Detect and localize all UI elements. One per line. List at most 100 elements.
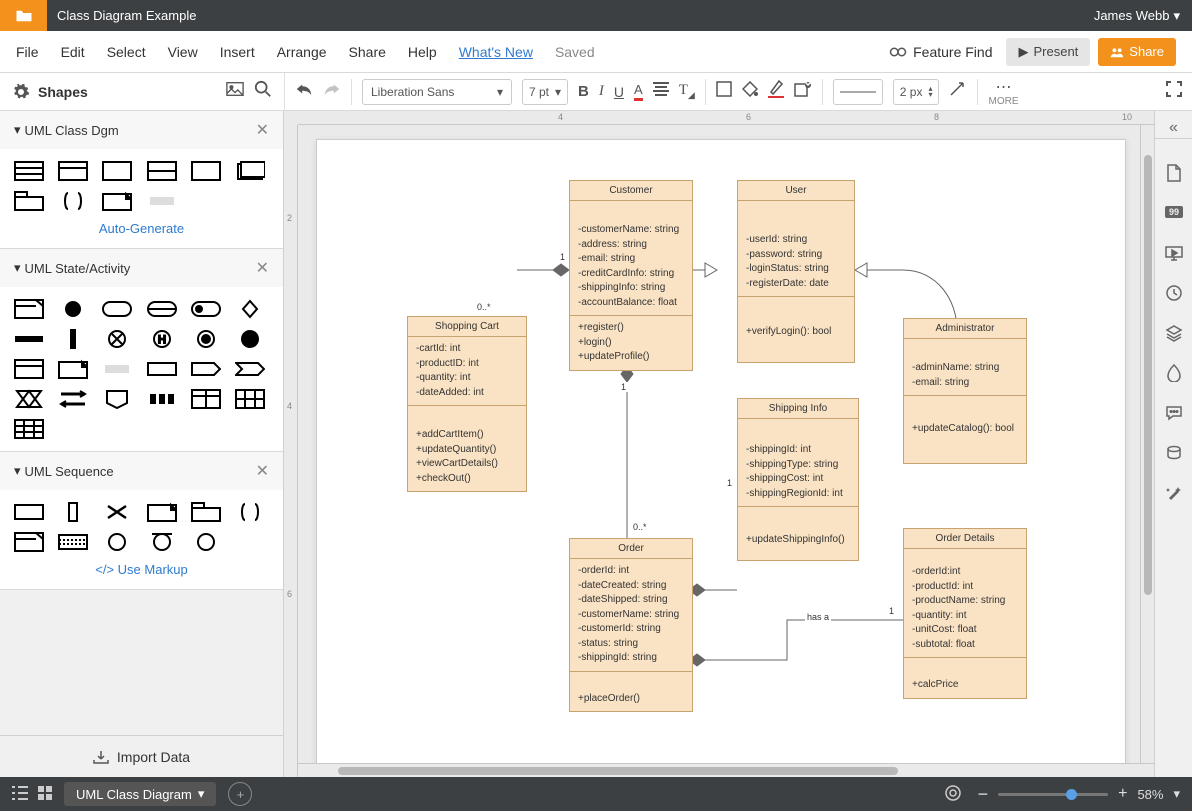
shape-item[interactable] — [147, 502, 177, 522]
class-admin[interactable]: Administrator -adminName: string-email: … — [903, 318, 1027, 464]
redo-icon[interactable] — [323, 82, 341, 101]
shape-item[interactable] — [14, 532, 44, 552]
shape-item[interactable]: H — [147, 329, 177, 349]
shape-icon[interactable] — [716, 81, 732, 102]
fill-icon[interactable] — [742, 81, 758, 102]
shape-item[interactable] — [102, 191, 132, 211]
menu-whatsnew[interactable]: What's New — [459, 44, 533, 60]
autogenerate-link[interactable]: Auto-Generate — [99, 221, 184, 236]
shape-item[interactable] — [235, 389, 265, 409]
bold-icon[interactable]: B — [578, 83, 589, 100]
image-icon[interactable] — [226, 81, 244, 102]
shape-item[interactable] — [191, 502, 221, 522]
shape-item[interactable] — [235, 359, 265, 379]
scrollbar-vertical[interactable] — [1140, 125, 1154, 763]
page-icon[interactable] — [1164, 163, 1184, 183]
listview-icon[interactable] — [12, 786, 28, 803]
lineshape-icon[interactable] — [949, 81, 967, 102]
data-icon[interactable] — [1164, 443, 1184, 463]
textstyle-icon[interactable]: T◢ — [679, 82, 695, 101]
shape-item[interactable] — [147, 299, 177, 319]
add-page-button[interactable]: + — [228, 782, 252, 806]
shape-item[interactable] — [191, 532, 221, 552]
fontsize-select[interactable]: 7 pt ▾ — [522, 79, 568, 105]
user-menu[interactable]: James Webb▾ — [1094, 8, 1192, 24]
feature-find[interactable]: Feature Find — [889, 44, 992, 60]
menu-insert[interactable]: Insert — [220, 44, 255, 60]
shape-item[interactable] — [58, 502, 88, 522]
more-menu[interactable]: ⋯MORE — [988, 77, 1018, 107]
close-icon[interactable]: ✕ — [256, 461, 269, 481]
menu-view[interactable]: View — [168, 44, 198, 60]
menu-share[interactable]: Share — [349, 44, 386, 60]
shape-item[interactable] — [14, 161, 44, 181]
chat-icon[interactable] — [1164, 403, 1184, 423]
shapes-label[interactable]: Shapes — [38, 84, 216, 100]
undo-icon[interactable] — [295, 82, 313, 101]
shape-item[interactable] — [147, 359, 177, 379]
shape-item[interactable] — [14, 299, 44, 319]
shape-item[interactable] — [102, 299, 132, 319]
shape-item[interactable] — [14, 389, 44, 409]
underline-icon[interactable]: U — [614, 84, 624, 100]
cat-uml-state[interactable]: ▾ UML State/Activity✕ — [0, 249, 283, 287]
shape-item[interactable] — [102, 359, 132, 379]
shape-item[interactable] — [235, 329, 265, 349]
shape-item[interactable] — [14, 359, 44, 379]
zoom-value[interactable]: 58% — [1137, 787, 1163, 802]
import-data[interactable]: Import Data — [0, 735, 283, 777]
shape-item[interactable] — [14, 191, 44, 211]
shape-item[interactable] — [102, 502, 132, 522]
class-order[interactable]: Order -orderId: int-dateCreated: string-… — [569, 538, 693, 712]
present-icon[interactable] — [1164, 243, 1184, 263]
linecolor-icon[interactable] — [768, 80, 784, 103]
shape-item[interactable] — [191, 329, 221, 349]
shape-item[interactable] — [58, 389, 88, 409]
menu-file[interactable]: File — [16, 44, 39, 60]
shape-item[interactable] — [102, 532, 132, 552]
gear-icon[interactable] — [12, 83, 30, 101]
textcolor-icon[interactable]: A — [634, 82, 643, 101]
usemarkup-link[interactable]: </> Use Markup — [95, 562, 188, 577]
shape-item[interactable] — [58, 532, 88, 552]
zoom-slider[interactable] — [998, 793, 1108, 796]
shape-item[interactable] — [235, 161, 265, 181]
shape-item[interactable] — [191, 299, 221, 319]
zoom-in-icon[interactable]: + — [1118, 785, 1127, 803]
zoom-out-icon[interactable]: − — [978, 784, 989, 805]
zoom-control[interactable]: − + 58%▾ — [978, 784, 1180, 805]
share-button[interactable]: Share — [1098, 38, 1176, 66]
shape-item[interactable] — [147, 161, 177, 181]
shape-item[interactable] — [235, 502, 265, 522]
magic-icon[interactable] — [1164, 483, 1184, 503]
close-icon[interactable]: ✕ — [256, 258, 269, 278]
scrollbar-horizontal[interactable] — [298, 763, 1154, 777]
font-select[interactable]: Liberation Sans▾ — [362, 79, 512, 105]
layers-icon[interactable] — [1164, 323, 1184, 343]
doc-title[interactable]: Class Diagram Example — [47, 8, 1094, 23]
shape-item[interactable] — [147, 532, 177, 552]
shape-item[interactable] — [14, 502, 44, 522]
page-tab[interactable]: UML Class Diagram▾ — [64, 782, 216, 806]
shape-item[interactable] — [14, 419, 44, 439]
cat-uml-seq[interactable]: ▾ UML Sequence✕ — [0, 452, 283, 490]
class-user[interactable]: User -userId: string-password: string-lo… — [737, 180, 855, 363]
present-button[interactable]: ▶ Present — [1006, 38, 1090, 66]
history-icon[interactable] — [1164, 283, 1184, 303]
menu-arrange[interactable]: Arrange — [277, 44, 327, 60]
shape-item[interactable] — [147, 191, 177, 211]
menu-select[interactable]: Select — [107, 44, 146, 60]
cat-uml-class[interactable]: ▾ UML Class Dgm✕ — [0, 111, 283, 149]
shape-item[interactable] — [102, 389, 132, 409]
shape-item[interactable] — [235, 299, 265, 319]
class-details[interactable]: Order Details -orderId:int-productId: in… — [903, 528, 1027, 699]
paper[interactable]: 0..* 1 1 0..* 1 has a 1 Customer -custom… — [316, 139, 1126, 777]
shape-item[interactable] — [58, 299, 88, 319]
shape-item[interactable] — [102, 161, 132, 181]
fullscreen-icon[interactable] — [1166, 81, 1182, 102]
shape-item[interactable] — [191, 161, 221, 181]
italic-icon[interactable]: I — [599, 83, 604, 100]
shape-item[interactable] — [191, 389, 221, 409]
canvas[interactable]: 46810 2468 0..* 1 — [284, 111, 1154, 777]
shape-item[interactable] — [58, 161, 88, 181]
